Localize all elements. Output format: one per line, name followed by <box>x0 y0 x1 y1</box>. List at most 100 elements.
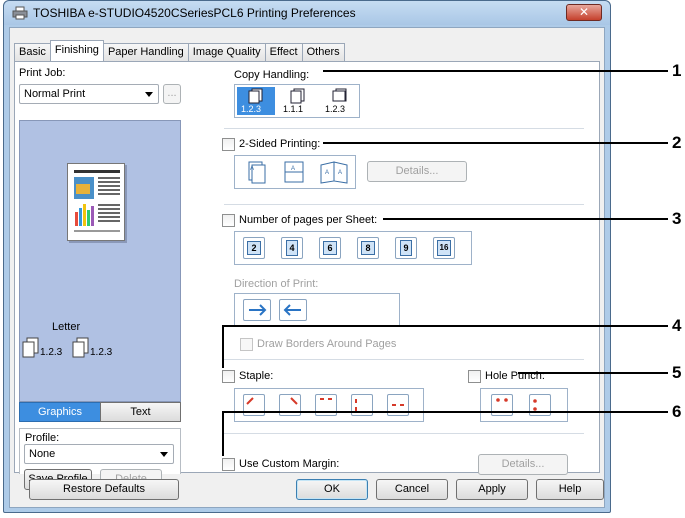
print-preview: Letter 1.2.3 1.2.3 <box>19 120 181 402</box>
draw-borders-checkbox[interactable] <box>240 338 253 351</box>
two-sided-option-booklet[interactable]: A A <box>317 159 351 185</box>
custom-margin-details-button[interactable]: Details... <box>478 454 568 475</box>
callout-number: 2 <box>672 133 682 152</box>
two-sided-label: 2-Sided Printing: <box>239 138 321 150</box>
custom-margin-label: Use Custom Margin: <box>239 458 340 470</box>
separator <box>224 128 584 129</box>
pages-per-sheet-9-label: 9 <box>400 240 412 256</box>
printing-preferences-window: TOSHIBA e-STUDIO4520CSeriesPCL6 Printing… <box>3 0 611 513</box>
pages-per-sheet-9[interactable]: 9 <box>395 237 417 259</box>
arrow-left-icon <box>283 304 301 316</box>
profile-value: None <box>29 448 56 460</box>
dialog-client: Basic Finishing Paper Handling Image Qua… <box>9 27 605 508</box>
staple-checkbox[interactable] <box>222 370 235 383</box>
direction-right-to-left[interactable] <box>279 299 307 321</box>
duplex-short-edge-icon: A <box>284 161 304 183</box>
svg-text:A: A <box>291 166 295 172</box>
title-bar[interactable]: TOSHIBA e-STUDIO4520CSeriesPCL6 Printing… <box>4 1 610 25</box>
two-sided-details-button[interactable]: Details... <box>367 161 467 182</box>
printer-icon <box>12 6 28 20</box>
pages-per-sheet-label: Number of pages per Sheet: <box>239 214 378 226</box>
pages-per-sheet-16-label: 16 <box>437 240 451 256</box>
tab-paper-handling[interactable]: Paper Handling <box>102 43 189 61</box>
close-button[interactable]: ✕ <box>566 4 602 21</box>
print-job-select[interactable]: Normal Print <box>19 84 159 104</box>
paper-size-label: Letter <box>52 321 81 333</box>
text-view-button[interactable]: Text <box>100 402 181 422</box>
ok-button[interactable]: OK <box>296 479 368 500</box>
tab-basic[interactable]: Basic <box>14 43 51 61</box>
collate-icon <box>248 88 263 104</box>
copy-handling-option-rotate[interactable]: 1.2.3 <box>321 87 359 115</box>
two-sided-option-long-edge[interactable]: A <box>239 159 273 185</box>
chevron-down-icon <box>160 452 168 457</box>
tab-strip: Basic Finishing Paper Handling Image Qua… <box>14 40 345 61</box>
booklet-icon: A A <box>320 161 348 184</box>
tab-effect[interactable]: Effect <box>264 43 303 61</box>
direction-of-print-label: Direction of Print: <box>234 278 319 290</box>
preview-copy-label: 1.2.3 <box>90 347 113 358</box>
restore-defaults-button[interactable]: Restore Defaults <box>29 479 179 500</box>
tab-others[interactable]: Others <box>301 43 345 61</box>
callout-line <box>222 411 668 413</box>
pages-per-sheet-4[interactable]: 4 <box>281 237 303 259</box>
profile-select[interactable]: None <box>24 444 174 464</box>
graphics-view-button[interactable]: Graphics <box>19 402 101 422</box>
custom-margin-checkbox[interactable] <box>222 458 235 471</box>
pages-per-sheet-checkbox[interactable] <box>222 214 235 227</box>
pages-per-sheet-2[interactable]: 2 <box>243 237 265 259</box>
help-button[interactable]: Help <box>536 479 604 500</box>
rotate-sort-icon <box>332 88 347 102</box>
pages-per-sheet-8-label: 8 <box>361 241 375 255</box>
apply-button[interactable]: Apply <box>456 479 528 500</box>
profile-label: Profile: <box>25 432 60 444</box>
pages-per-sheet-16[interactable]: 16 <box>433 237 455 259</box>
arrow-right-icon <box>249 304 267 316</box>
direction-left-to-right[interactable] <box>243 299 271 321</box>
copy-handling-option-collate[interactable]: 1.2.3 <box>237 87 275 115</box>
separator <box>224 359 584 360</box>
callout-number: 1 <box>672 61 682 80</box>
collated-copies-icon <box>22 337 39 358</box>
copy-handling-label: Copy Handling: <box>234 69 310 81</box>
svg-text:A: A <box>338 170 342 176</box>
callout-number: 4 <box>672 316 682 335</box>
copy-handling-option-label: 1.2.3 <box>325 104 346 114</box>
tab-finishing[interactable]: Finishing <box>49 40 104 61</box>
separator <box>224 433 584 434</box>
callout-line <box>222 325 668 327</box>
callout-number: 6 <box>672 402 682 421</box>
two-sided-options: A A A A <box>234 155 356 189</box>
draw-borders-label: Draw Borders Around Pages <box>257 338 397 350</box>
window-title: TOSHIBA e-STUDIO4520CSeriesPCL6 Printing… <box>33 6 356 20</box>
two-sided-option-short-edge[interactable]: A <box>277 159 311 185</box>
callout-line <box>518 372 668 374</box>
pages-per-sheet-options: 2 4 6 8 9 16 <box>234 231 472 265</box>
copy-handling-option-label: 1.1.1 <box>283 104 304 114</box>
collated-copies-icon <box>72 337 89 358</box>
pages-per-sheet-6-label: 6 <box>323 241 337 255</box>
tab-image-quality[interactable]: Image Quality <box>187 43 266 61</box>
copy-handling-option-label: 1.2.3 <box>241 104 262 114</box>
callout-line <box>222 325 224 368</box>
copy-handling-options: 1.2.3 1.1.1 1.2.3 <box>234 84 360 118</box>
pages-per-sheet-6[interactable]: 6 <box>319 237 341 259</box>
staple-label: Staple: <box>239 370 274 382</box>
group-icon <box>290 88 305 104</box>
copy-handling-option-group[interactable]: 1.1.1 <box>279 87 317 115</box>
pages-per-sheet-4-label: 4 <box>286 240 298 256</box>
callout-number: 5 <box>672 363 682 382</box>
pages-per-sheet-2-label: 2 <box>247 241 261 255</box>
hole-punch-checkbox[interactable] <box>468 370 481 383</box>
duplex-long-edge-icon: A <box>248 161 266 184</box>
callout-line <box>323 142 668 144</box>
hole-punch-options <box>480 388 568 422</box>
direction-of-print-options <box>234 293 400 327</box>
two-sided-checkbox[interactable] <box>222 138 235 151</box>
cancel-button[interactable]: Cancel <box>376 479 448 500</box>
print-job-options-button[interactable]: ... <box>163 84 181 104</box>
callout-number: 3 <box>672 209 682 228</box>
preview-page-image <box>74 170 120 232</box>
pages-per-sheet-8[interactable]: 8 <box>357 237 379 259</box>
callout-line <box>383 218 668 220</box>
